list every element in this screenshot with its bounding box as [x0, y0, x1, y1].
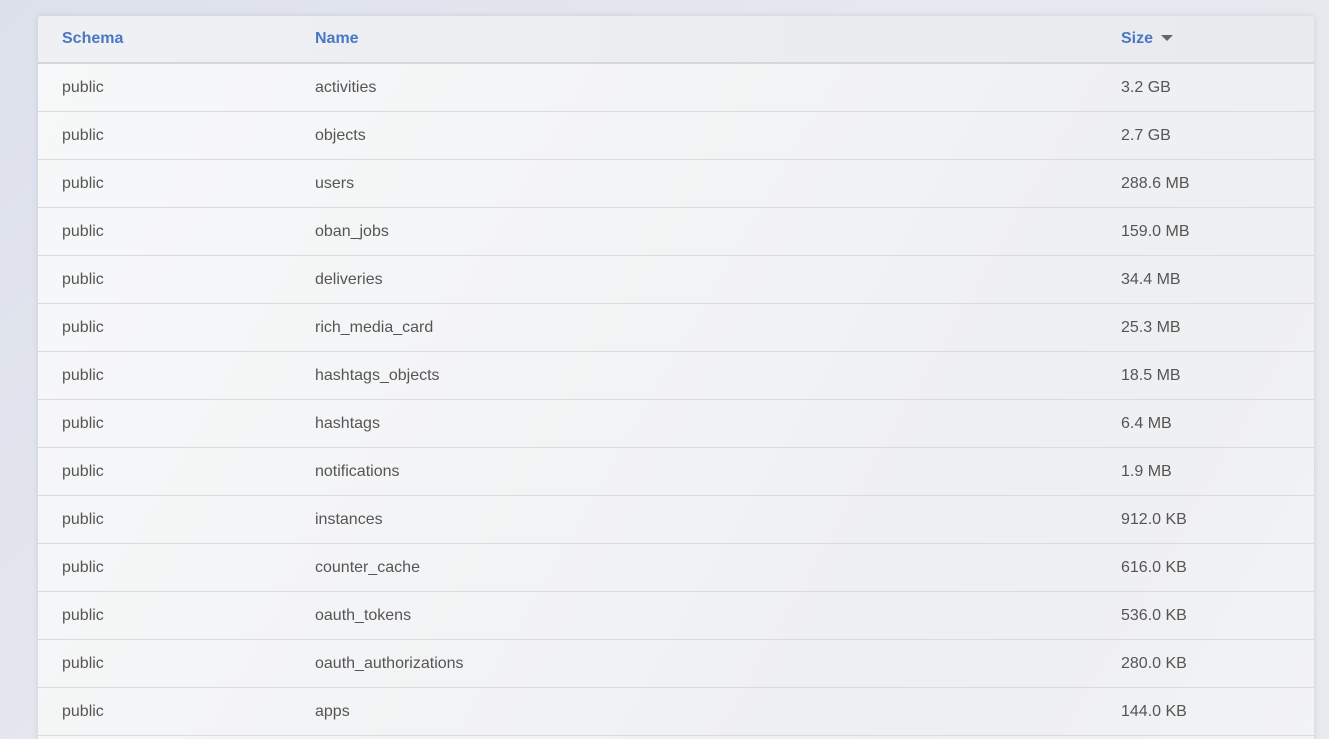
cell-size: 34.4 MB [1097, 255, 1314, 304]
cell-name: apps [291, 687, 1097, 736]
cell-schema: public [38, 447, 291, 496]
cell-size: 1.9 MB [1097, 447, 1314, 496]
cell-name: activities [291, 63, 1097, 112]
table-row: public activities 3.2 GB [38, 63, 1314, 112]
cell-schema: public [38, 543, 291, 592]
cell-name: oauth_tokens [291, 591, 1097, 640]
tables-size-table: Schema Name Size public activities 3.2 GB p… [38, 16, 1314, 736]
table-row: public users 288.6 MB [38, 159, 1314, 208]
cell-name: rich_media_card [291, 303, 1097, 352]
cell-name: users [291, 159, 1097, 208]
cell-schema: public [38, 207, 291, 256]
table-header: Schema Name Size [38, 16, 1314, 64]
table-panel: Schema Name Size public activities 3.2 GB p… [38, 16, 1314, 739]
cell-name: hashtags_objects [291, 351, 1097, 400]
cell-schema: public [38, 63, 291, 112]
cell-schema: public [38, 495, 291, 544]
cell-size: 3.2 GB [1097, 63, 1314, 112]
cell-schema: public [38, 687, 291, 736]
table-row: public notifications 1.9 MB [38, 447, 1314, 496]
cell-name: instances [291, 495, 1097, 544]
cell-schema: public [38, 591, 291, 640]
cell-name: hashtags [291, 399, 1097, 448]
table-body: public activities 3.2 GB public objects 2.7 G… [38, 63, 1314, 736]
cell-schema: public [38, 399, 291, 448]
cell-size: 536.0 KB [1097, 591, 1314, 640]
cell-schema: public [38, 255, 291, 304]
table-row: public rich_media_card 25.3 MB [38, 303, 1314, 352]
cell-schema: public [38, 111, 291, 160]
table-row: public instances 912.0 KB [38, 495, 1314, 544]
column-header-name-label: Name [315, 30, 359, 47]
cell-size: 288.6 MB [1097, 159, 1314, 208]
cell-size: 25.3 MB [1097, 303, 1314, 352]
column-header-size-label: Size [1121, 30, 1154, 47]
table-row: public oauth_authorizations 280.0 KB [38, 639, 1314, 688]
table-row: public hashtags 6.4 MB [38, 399, 1314, 448]
caret-down-icon [1161, 34, 1174, 41]
cell-size: 280.0 KB [1097, 639, 1314, 688]
column-header-name[interactable]: Name [291, 16, 1097, 64]
cell-name: counter_cache [291, 543, 1097, 592]
cell-size: 912.0 KB [1097, 495, 1314, 544]
column-header-schema[interactable]: Schema [38, 16, 291, 64]
cell-size: 6.4 MB [1097, 399, 1314, 448]
cell-size: 159.0 MB [1097, 207, 1314, 256]
table-row: public counter_cache 616.0 KB [38, 543, 1314, 592]
cell-name: deliveries [291, 255, 1097, 304]
cell-size: 616.0 KB [1097, 543, 1314, 592]
cell-size: 18.5 MB [1097, 351, 1314, 400]
table-row: public apps 144.0 KB [38, 687, 1314, 736]
cell-name: oauth_authorizations [291, 639, 1097, 688]
cell-size: 144.0 KB [1097, 687, 1314, 736]
cell-schema: public [38, 351, 291, 400]
table-row: public hashtags_objects 18.5 MB [38, 351, 1314, 400]
table-row: public oauth_tokens 536.0 KB [38, 591, 1314, 640]
cell-name: notifications [291, 447, 1097, 496]
table-row: public oban_jobs 159.0 MB [38, 207, 1314, 256]
table-row: public objects 2.7 GB [38, 111, 1314, 160]
cell-schema: public [38, 303, 291, 352]
column-header-size[interactable]: Size [1097, 16, 1314, 64]
cell-size: 2.7 GB [1097, 111, 1314, 160]
cell-name: objects [291, 111, 1097, 160]
header-row: Schema Name Size [38, 16, 1314, 64]
cell-schema: public [38, 639, 291, 688]
cell-schema: public [38, 159, 291, 208]
column-header-schema-label: Schema [62, 30, 124, 47]
table-row: public deliveries 34.4 MB [38, 255, 1314, 304]
cell-name: oban_jobs [291, 207, 1097, 256]
